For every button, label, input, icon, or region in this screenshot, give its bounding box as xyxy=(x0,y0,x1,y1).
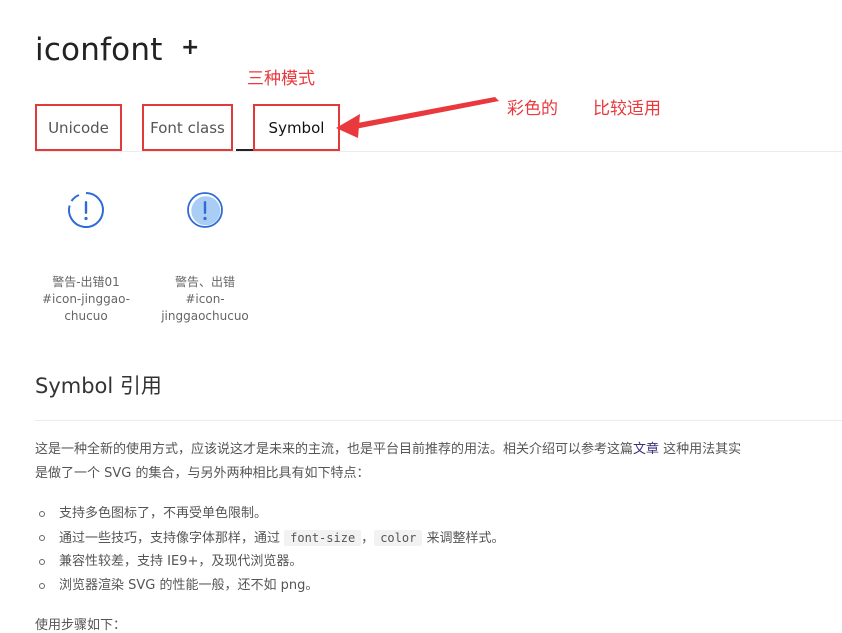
icon-name: 警告、出错 xyxy=(174,275,235,289)
intro-line-1: 这是一种全新的使用方式，应该说这才是未来的主流，也是平台目前推荐的用法。相关介绍… xyxy=(35,438,815,462)
icon-code-line-1: #icon-jinggao- xyxy=(41,292,131,306)
warning-outline-icon xyxy=(68,192,104,228)
logo-text: iconfont xyxy=(35,32,163,68)
section-divider xyxy=(35,420,842,421)
feature-text: 通过一些技巧，支持像字体那样，通过 xyxy=(59,531,285,546)
icon-code-line-2: jinggaochucuo xyxy=(161,309,249,323)
tab-unicode[interactable]: Unicode xyxy=(35,104,122,151)
feature-text: 兼容性较差，支持 IE9+，及现代浏览器。 xyxy=(59,554,303,569)
icon-code-line-1: #icon- xyxy=(185,292,225,306)
intro-text-after: 这种用法其实 xyxy=(659,442,742,457)
tab-bar: Unicode Font class Symbol xyxy=(35,104,842,152)
tab-font-class-label: Font class xyxy=(150,118,225,137)
feature-text-after: 来调整样式。 xyxy=(422,531,505,546)
feature-list: 支持多色图标了，不再受单色限制。 通过一些技巧，支持像字体那样，通过 font-… xyxy=(35,502,815,598)
tab-symbol-label: Symbol xyxy=(268,118,325,137)
intro-line-2: 是做了一个 SVG 的集合，与另外两种相比具有如下特点： xyxy=(35,466,370,481)
list-item: 通过一些技巧，支持像字体那样，通过 font-size， color 来调整样式。 xyxy=(35,526,815,550)
usage-steps-heading: 使用步骤如下： xyxy=(35,618,127,633)
feature-text: 浏览器渲染 SVG 的性能一般，还不如 png。 xyxy=(59,578,319,593)
list-item: 支持多色图标了，不再受单色限制。 xyxy=(35,502,815,526)
icon-name: 警告-出错01 xyxy=(52,275,120,289)
warning-filled-icon xyxy=(187,192,223,228)
logo-plus: + xyxy=(181,35,200,60)
feature-text: 支持多色图标了，不再受单色限制。 xyxy=(59,506,268,521)
tab-unicode-label: Unicode xyxy=(48,118,109,137)
intro-paragraph: 这是一种全新的使用方式，应该说这才是未来的主流，也是平台目前推荐的用法。相关介绍… xyxy=(35,438,815,486)
tab-font-class[interactable]: Font class xyxy=(142,104,233,151)
list-item: 兼容性较差，支持 IE9+，及现代浏览器。 xyxy=(35,550,815,574)
icon-code-line-2: chucuo xyxy=(64,309,108,323)
intro-text: 这是一种全新的使用方式，应该说这才是未来的主流，也是平台目前推荐的用法。相关介绍… xyxy=(35,442,634,457)
article-link[interactable]: 文章 xyxy=(633,442,659,457)
code-font-size: font-size xyxy=(284,530,362,546)
section-title: Symbol 引用 xyxy=(35,374,162,398)
annotation-three-modes: 三种模式 xyxy=(247,69,315,89)
icon-card[interactable]: 警告-出错01 #icon-jinggao- chucuo xyxy=(36,190,136,325)
iconfont-logo[interactable]: iconfont + xyxy=(35,30,199,70)
tab-symbol[interactable]: Symbol xyxy=(253,104,340,151)
code-color: color xyxy=(374,530,423,546)
icon-card[interactable]: 警告、出错 #icon- jinggaochucuo xyxy=(155,190,255,325)
feature-separator: ， xyxy=(361,531,375,546)
list-item: 浏览器渲染 SVG 的性能一般，还不如 png。 xyxy=(35,574,815,598)
